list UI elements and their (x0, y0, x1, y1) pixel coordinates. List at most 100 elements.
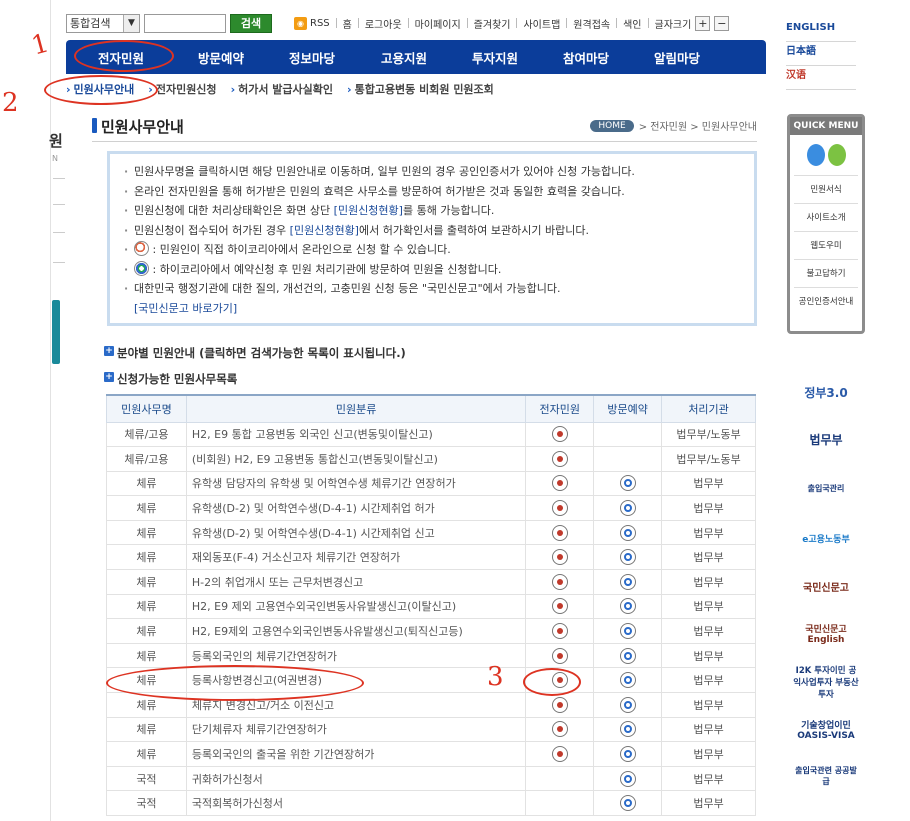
table-row: 국적 귀화허가신청서 법무부 (106, 765, 756, 792)
visit-reservation-icon[interactable] (619, 721, 636, 738)
nav-participation[interactable]: 참여마당 (540, 48, 632, 67)
row-visit-cell (593, 667, 663, 694)
nav-notice[interactable]: 알림마당 (632, 48, 722, 67)
row-category: 체류 (106, 495, 187, 521)
nav-employment[interactable]: 고용지원 (358, 48, 450, 67)
e-civil-apply-icon[interactable] (551, 721, 568, 738)
utility-bar: 통합검색 ▼ 검색 ◉ RSS 홈 로그아웃 마이페이지 즐겨찾기 사이트맵 원… (66, 12, 766, 34)
row-office-name-link[interactable]: 유학생(D-2) 및 어학연수생(D-4-1) 시간제취업 신고 (185, 519, 527, 546)
visit-reservation-icon[interactable] (619, 500, 636, 517)
font-size-decrease-button[interactable]: − (714, 15, 730, 31)
breadcrumb-home[interactable]: HOME (590, 119, 634, 132)
visit-reservation-icon[interactable] (619, 746, 636, 763)
sinmungo-banner[interactable]: 국민신문고 (792, 574, 860, 598)
status-link[interactable]: [민원신청현황] (334, 204, 403, 217)
quick-menu-item[interactable]: 민원서식 (794, 175, 858, 203)
visit-reservation-icon[interactable] (619, 549, 636, 566)
home-link[interactable]: 홈 (343, 16, 352, 31)
search-button[interactable]: 검색 (230, 13, 272, 33)
logout-link[interactable]: 로그아웃 (365, 16, 402, 31)
row-office-name-link[interactable]: 귀화허가신청서 (185, 765, 527, 792)
row-category: 체류 (106, 470, 187, 497)
row-office-name-link[interactable]: H2, E9제외 고용연수외국인변동사유발생신고(퇴직신고등) (185, 618, 527, 644)
search-input[interactable] (144, 13, 226, 33)
lang-english[interactable]: ENGLISH (786, 18, 856, 42)
row-office-name-link[interactable]: H-2의 취업개시 또는 근무처변경신고 (185, 569, 527, 595)
e-civil-apply-icon[interactable] (551, 623, 568, 640)
visit-reservation-icon[interactable] (619, 647, 636, 664)
nav-investment[interactable]: 투자지원 (450, 48, 540, 67)
visit-reservation-icon[interactable] (619, 598, 636, 615)
index-link[interactable]: 색인 (623, 16, 641, 31)
e-civil-apply-icon[interactable] (551, 598, 568, 615)
visit-reservation-icon[interactable] (619, 770, 636, 787)
row-office-name-link[interactable]: 국적회복허가신청서 (185, 790, 527, 816)
mypage-link[interactable]: 마이페이지 (415, 16, 461, 31)
subnav-e-civil-apply[interactable]: 전자민원신청 (148, 81, 217, 97)
row-office-name-link[interactable]: 재외동포(F-4) 거소신고자 체류기간 연장허가 (185, 544, 527, 571)
e-civil-apply-icon[interactable] (551, 696, 568, 713)
immigration-banner[interactable]: 출입국관리 (792, 474, 860, 502)
sinmungo-english-banner[interactable]: 국민신문고 English (792, 618, 860, 648)
row-visit-cell (593, 692, 663, 718)
visit-reservation-icon[interactable] (619, 524, 636, 541)
row-office-name-link[interactable]: 단기체류자 체류기간연장허가 (185, 716, 527, 743)
row-office-name-link[interactable]: 유학생 담당자의 유학생 및 어학연수생 체류기간 연장허가 (185, 470, 527, 497)
row-office-name-link[interactable]: H2, E9 통합 고용변동 외국인 신고(변동및이탈신고) (185, 421, 527, 448)
e-civil-apply-icon[interactable] (551, 426, 568, 443)
left-sidebar-edge: 원 N (0, 0, 66, 821)
sinmungo-link[interactable]: [국민신문고 바로가기] (134, 302, 237, 315)
remote-access-link[interactable]: 원격접속 (573, 16, 610, 31)
visit-reservation-icon[interactable] (619, 795, 636, 812)
visit-reservation-icon[interactable] (619, 475, 636, 492)
visit-reservation-icon (134, 260, 149, 276)
row-e-civil-cell (525, 692, 595, 718)
info-line: : 민원인이 직접 하이코리아에서 온라인으로 신청 할 수 있습니다. (122, 240, 744, 260)
row-office-name-link[interactable]: 등록외국인의 출국을 위한 기간연장허가 (185, 741, 527, 767)
visit-reservation-icon[interactable] (619, 573, 636, 590)
font-size-increase-button[interactable]: + (695, 15, 711, 31)
sitemap-link[interactable]: 사이트맵 (523, 16, 560, 31)
e-civil-apply-icon[interactable] (551, 746, 568, 763)
subnav-nonmember-inquiry[interactable]: 통합고용변동 비회원 민원조회 (347, 81, 494, 97)
moel-banner[interactable]: e고용노동부 (792, 524, 860, 552)
sub-nav: 민원사무안내 전자민원신청 허가서 발급사실확인 통합고용변동 비회원 민원조회 (66, 78, 766, 100)
nav-info[interactable]: 정보마당 (266, 48, 358, 67)
public-issue-banner[interactable]: 출입국관련 공공발급 (792, 762, 860, 790)
oasis-visa-banner[interactable]: 기술창업이민 OASIS-VISA (792, 712, 860, 746)
investment-immigration-banner[interactable]: I2K 투자이민 공익사업투자 부동산투자 (792, 662, 860, 702)
e-civil-apply-icon[interactable] (551, 647, 568, 664)
e-civil-apply-icon[interactable] (551, 450, 568, 467)
sidebar-banner[interactable] (52, 300, 60, 364)
subnav-permit-verify[interactable]: 허가서 발급사실확인 (231, 81, 333, 97)
sidebar-divider (53, 232, 65, 233)
visit-reservation-icon[interactable] (619, 696, 636, 713)
visit-reservation-icon[interactable] (619, 672, 636, 689)
lang-japanese[interactable]: 日本語 (786, 42, 856, 66)
search-scope-select[interactable]: 통합검색 ▼ (66, 13, 140, 33)
moj-banner[interactable]: 법무부 (792, 426, 860, 452)
row-office-name-link[interactable]: 유학생(D-2) 및 어학연수생(D-4-1) 시간제취업 허가 (185, 495, 527, 521)
e-civil-apply-icon[interactable] (551, 573, 568, 590)
row-office-name-link[interactable]: H2, E9 제외 고용연수외국인변동사유발생신고(이탈신고) (185, 593, 527, 620)
lang-chinese[interactable]: 汉语 (786, 66, 856, 90)
quick-menu-item[interactable]: 불고답하기 (794, 259, 858, 287)
divider (407, 18, 409, 28)
e-civil-apply-icon[interactable] (551, 500, 568, 517)
e-civil-apply-icon[interactable] (551, 524, 568, 541)
favorites-link[interactable]: 즐겨찾기 (474, 16, 511, 31)
row-office-name-link[interactable]: (비회원) H2, E9 고용변동 통합신고(변동및이탈신고) (185, 446, 527, 472)
quick-menu-item[interactable]: 웹도우미 (794, 231, 858, 259)
rss-icon[interactable]: ◉ (294, 16, 307, 30)
e-civil-apply-icon[interactable] (551, 549, 568, 566)
annotation-circle (74, 40, 174, 72)
gov30-banner[interactable]: 정부3.0 (792, 372, 860, 412)
quick-menu-item[interactable]: 공인인증서안내 (794, 287, 858, 315)
section-field-guide[interactable]: 분야별 민원안내 (클릭하면 검색가능한 목록이 표시됩니다.) (104, 345, 406, 361)
rss-link[interactable]: RSS (310, 18, 330, 29)
visit-reservation-icon[interactable] (619, 623, 636, 640)
e-civil-apply-icon[interactable] (551, 475, 568, 492)
status-link[interactable]: [민원신청현황] (290, 224, 359, 237)
quick-menu-item[interactable]: 사이트소개 (794, 203, 858, 231)
nav-visit-reservation[interactable]: 방문예약 (176, 48, 266, 67)
